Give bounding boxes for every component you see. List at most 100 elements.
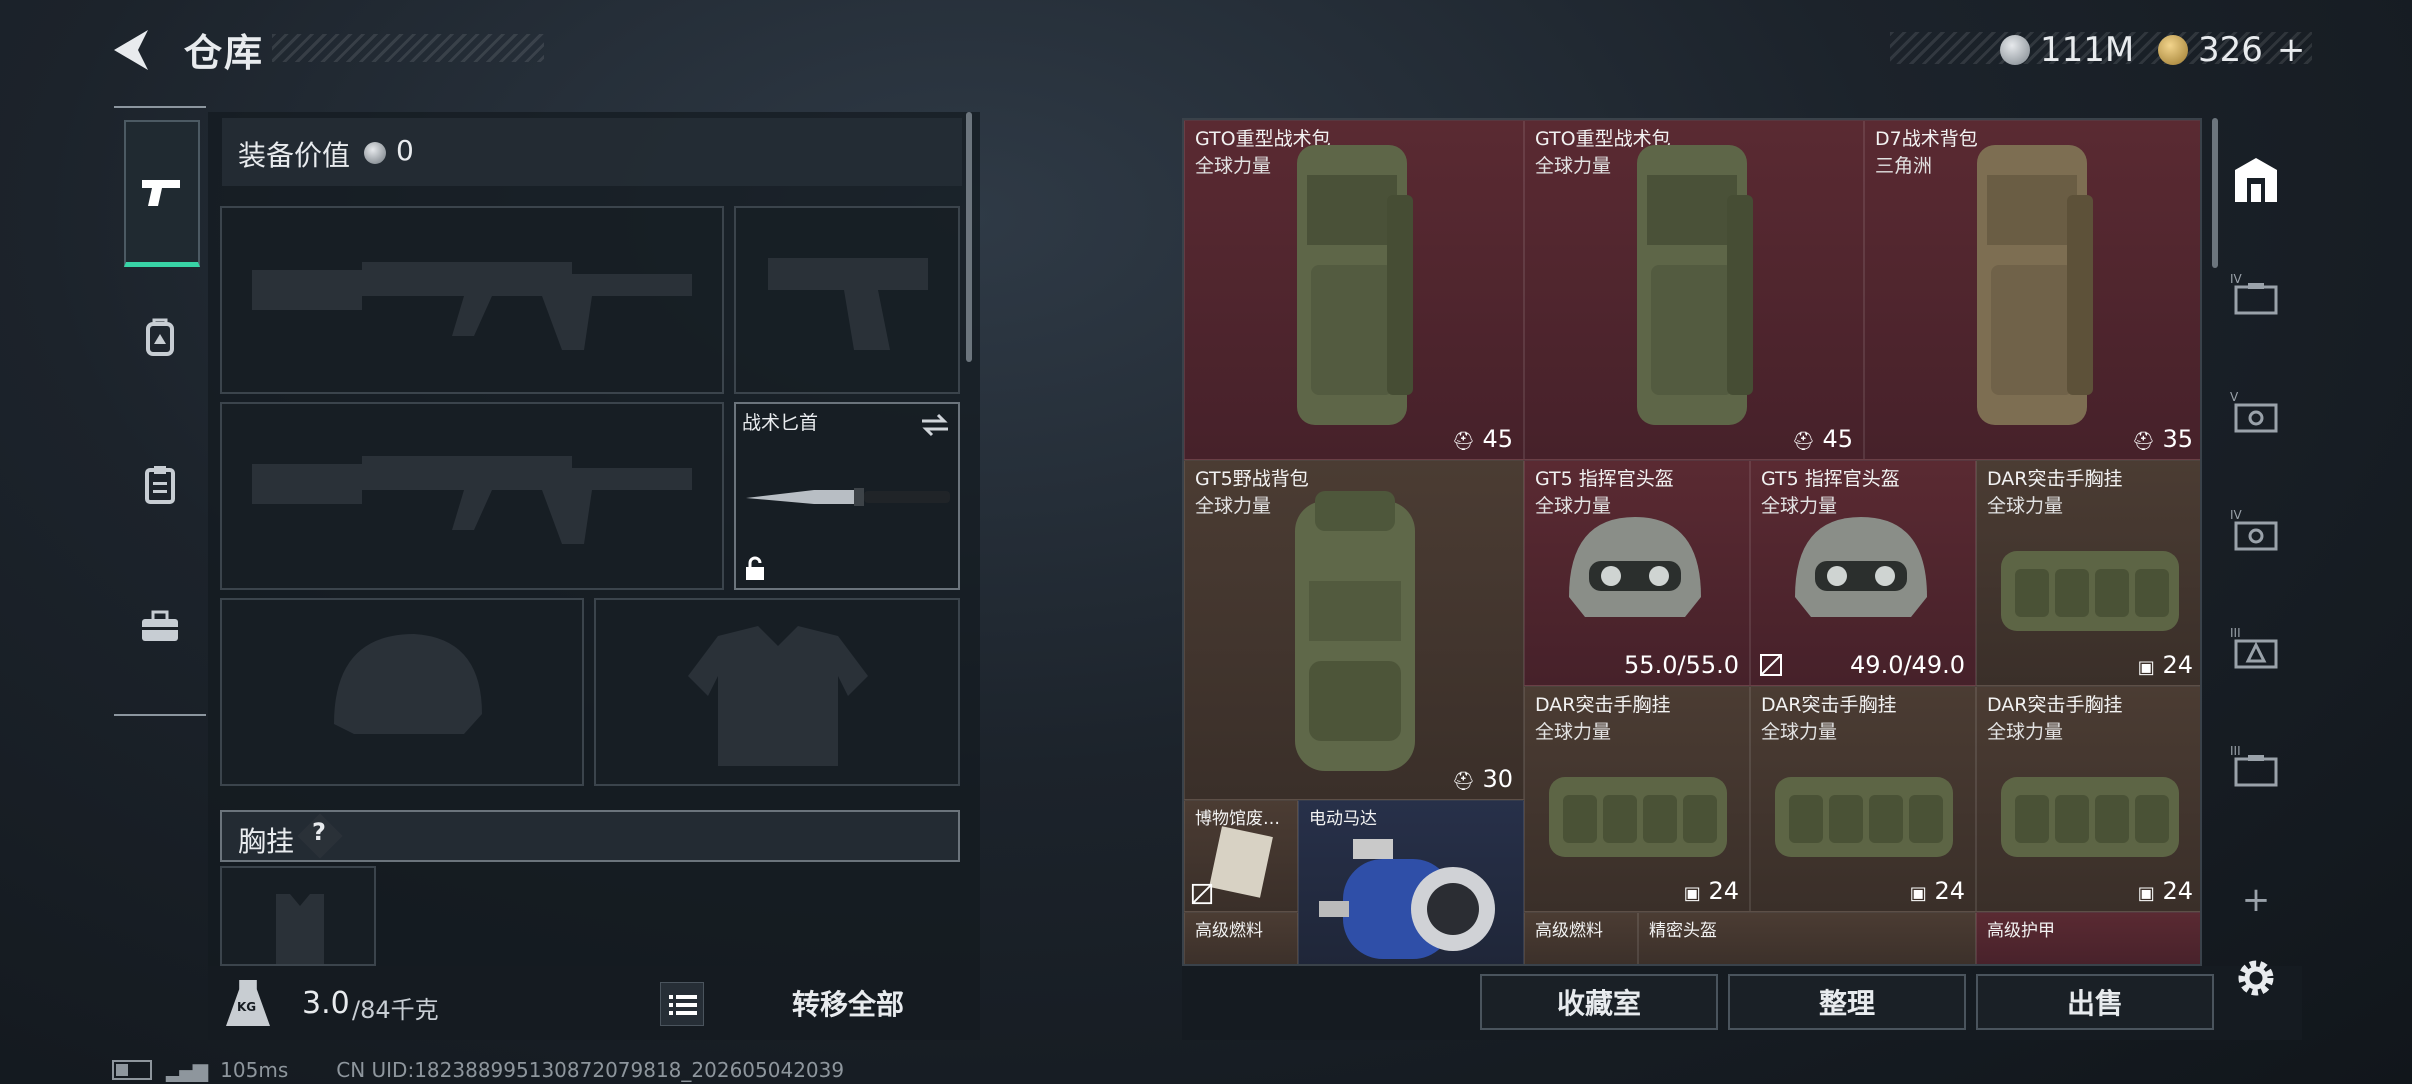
tier-label: IV — [2230, 272, 2242, 286]
chest-rig-image — [2001, 777, 2179, 857]
storage-item[interactable]: 精密头盔 — [1638, 912, 1976, 964]
storage-item[interactable]: GTO重型战术包 全球力量 ⛑ 45 — [1524, 120, 1864, 460]
item-name: GT5 指挥官头盔 — [1535, 468, 1674, 490]
tier-label: III — [2230, 626, 2241, 640]
list-icon — [669, 995, 697, 1015]
primary-weapon-slot[interactable] — [220, 206, 724, 394]
storage-item[interactable]: 高级燃料 — [1524, 912, 1638, 964]
backpack-capacity-icon: ⛑ — [1791, 431, 1815, 452]
rifle-silhouette-icon — [252, 262, 692, 350]
item-capacity: ⛑ 45 — [1452, 425, 1513, 453]
item-count: 24 — [2162, 651, 2193, 679]
body-armor-slot[interactable] — [594, 598, 960, 786]
list-view-button[interactable] — [660, 982, 704, 1026]
equipment-value: 0 — [396, 134, 414, 167]
storage-tab-tier[interactable]: IV — [2226, 268, 2286, 328]
item-count: 35 — [2162, 425, 2193, 453]
chest-rig-image — [2001, 551, 2179, 631]
pistol-icon — [142, 180, 180, 206]
storage-item[interactable]: D7战术背包 三角洲 ⛑ 35 — [1864, 120, 2200, 460]
storage-item[interactable]: 高级燃料 — [1184, 912, 1298, 964]
item-count: 45 — [1822, 425, 1853, 453]
case-search-icon — [2234, 521, 2278, 551]
currency-a[interactable]: 111M — [2000, 30, 2134, 70]
back-button[interactable] — [108, 26, 156, 74]
nav-backpack[interactable] — [124, 268, 196, 408]
settings-button[interactable] — [2226, 948, 2286, 1008]
lock-icon — [746, 556, 764, 580]
melee-weapon-slot[interactable]: 战术匕首 — [734, 402, 960, 590]
vest-silhouette-icon — [276, 894, 324, 964]
left-nav — [114, 106, 206, 716]
sell-button[interactable]: 出售 — [1976, 974, 2214, 1030]
storage-tab-main[interactable] — [2226, 150, 2286, 210]
secondary-rifle-slot[interactable] — [220, 402, 724, 590]
storage-item[interactable]: DAR突击手胸挂 全球力量 ▣ 24 — [1750, 686, 1976, 912]
chest-rig-slot[interactable] — [220, 866, 376, 966]
case-icon — [2234, 755, 2278, 787]
storage-tab-tier[interactable]: III — [2226, 622, 2286, 682]
motor-image — [1319, 839, 1495, 959]
add-storage-button[interactable]: + — [2226, 870, 2286, 930]
item-capacity: ▣ 24 — [1684, 877, 1739, 905]
organize-button[interactable]: 整理 — [1728, 974, 1966, 1030]
chest-rig-capacity-icon: ▣ — [1909, 883, 1927, 904]
storage-item[interactable]: DAR突击手胸挂 全球力量 ▣ 24 — [1524, 686, 1750, 912]
nav-weapons[interactable] — [124, 120, 200, 267]
helmet-image — [1569, 517, 1701, 617]
item-name: 高级燃料 — [1535, 921, 1603, 941]
weight-max: /84千克 — [352, 996, 439, 1024]
storage-item[interactable]: GTO重型战术包 全球力量 ⛑ 45 — [1184, 120, 1524, 460]
uid-text: CN UID:18238899513087207981​8_2026050420… — [336, 1058, 845, 1082]
storage-tab-tier[interactable]: IV — [2226, 504, 2286, 564]
backpack-image — [1977, 145, 2093, 425]
nav-chest-rig[interactable] — [124, 414, 196, 554]
nav-toolbox[interactable] — [124, 556, 196, 696]
chest-rig-label: 胸挂 — [238, 825, 295, 858]
chest-rig-header: 胸挂 ? — [220, 810, 960, 862]
currency-b[interactable]: 326 + — [2158, 30, 2305, 70]
storage-scrollbar[interactable] — [2212, 118, 2218, 268]
storage-item[interactable]: 博物馆废… — [1184, 800, 1298, 912]
storage-item[interactable]: DAR突击手胸挂 全球力量 ▣ 24 — [1976, 686, 2200, 912]
transfer-all-button[interactable]: 转移全部 — [728, 976, 968, 1030]
swap-icon[interactable] — [920, 412, 950, 438]
storage-item[interactable]: GT5野战背包 全球力量 ⛑ 30 — [1184, 460, 1524, 800]
help-button[interactable]: ? — [312, 818, 326, 846]
equipment-scrollbar[interactable] — [966, 112, 972, 362]
title-decoration — [272, 34, 544, 62]
item-count: 24 — [2162, 877, 2193, 905]
coin-silver-icon — [364, 142, 386, 164]
item-faction: 全球力量 — [1987, 721, 2064, 743]
no-repair-icon — [1760, 654, 1782, 676]
chest-rig-image — [1549, 777, 1727, 857]
add-currency-button[interactable]: + — [2277, 30, 2306, 70]
clipboard-icon — [145, 466, 175, 504]
item-name: 高级燃料 — [1195, 921, 1263, 941]
storage-tab-tier[interactable]: V — [2226, 386, 2286, 446]
chest-rig-image — [1775, 777, 1953, 857]
weight-icon-text: KG — [237, 1000, 257, 1014]
coin-silver-icon — [2000, 35, 2030, 65]
storage-tab-tier[interactable]: III — [2226, 740, 2286, 800]
item-count: 24 — [1708, 877, 1739, 905]
item-durability: 49.0/49.0 — [1850, 651, 1965, 679]
storage-box-icon — [2235, 158, 2277, 202]
weight-current: 3.0 — [302, 986, 350, 1021]
gear-icon — [2238, 960, 2274, 996]
storage-item[interactable]: 高级护甲 — [1976, 912, 2200, 964]
item-name: DAR突击手胸挂 — [1987, 468, 2123, 490]
storage-item[interactable]: GT5 指挥官头盔 全球力量 55.0/55.0 — [1524, 460, 1750, 686]
chest-rig-capacity-icon: ▣ — [1683, 883, 1701, 904]
helmet-slot[interactable] — [220, 598, 584, 786]
currency-a-value: 111M — [2040, 30, 2135, 70]
storage-item[interactable]: 电动马达 — [1298, 800, 1524, 964]
item-faction: 全球力量 — [1535, 155, 1612, 177]
secondary-weapon-slot[interactable] — [734, 206, 960, 394]
collection-room-button[interactable]: 收藏室 — [1480, 974, 1718, 1030]
item-faction: 三角洲 — [1875, 155, 1933, 177]
storage-item[interactable]: DAR突击手胸挂 全球力量 ▣ 24 — [1976, 460, 2200, 686]
right-nav: IV V IV III III + — [2212, 118, 2300, 996]
tier-label: IV — [2230, 508, 2242, 522]
storage-item[interactable]: GT5 指挥官头盔 全球力量 49.0/49.0 — [1750, 460, 1976, 686]
